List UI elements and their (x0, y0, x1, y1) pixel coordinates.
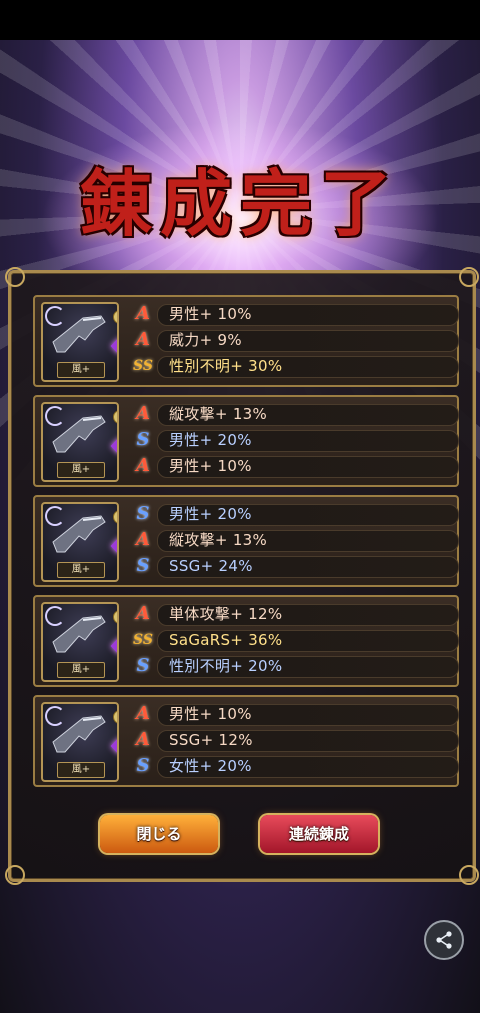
grade-s-icon: S (136, 503, 150, 524)
result-card[interactable]: 風+ A 男性+ 10% A SSG+ 12% S 女性+ 20% (33, 695, 459, 787)
grade-a-icon: A (136, 529, 150, 550)
weapon-thumbnail: 風+ (41, 502, 119, 582)
result-card[interactable]: 風+ A 単体攻撃+ 12% SS SaGaRS+ 36% S 性別不明+ 20… (33, 595, 459, 687)
stat-row: A 男性+ 10% (133, 703, 459, 726)
stat-row: S 女性+ 20% (133, 755, 459, 778)
stat-text: 縦攻撃+ 13% (169, 405, 268, 423)
grade-a-icon: A (136, 329, 150, 350)
weapon-thumbnail: 風+ (41, 402, 119, 482)
continue-synthesis-button[interactable]: 連続錬成 (260, 815, 378, 853)
stat-text: SSG+ 12% (169, 731, 253, 749)
medal-icon (113, 410, 117, 424)
result-panel: 風+ A 男性+ 10% A 威力+ 9% SS 性別不明+ 30% 風+ A … (5, 267, 479, 885)
stat-text: SaGaRS+ 36% (169, 631, 283, 649)
weapon-thumbnail: 風+ (41, 602, 119, 682)
grade-a-icon: A (136, 703, 150, 724)
medal-icon (113, 310, 117, 324)
result-screen: 錬成完了 風+ A 男性+ 10% A 威力+ 9% SS 性別不明+ 30% … (0, 40, 480, 1013)
gem-icon (110, 737, 117, 755)
stat-text: SSG+ 24% (169, 557, 253, 575)
stat-row: A 威力+ 9% (133, 329, 459, 352)
stat-text: 男性+ 10% (169, 457, 252, 475)
stat-row: S 男性+ 20% (133, 429, 459, 452)
stat-text: 縦攻撃+ 13% (169, 531, 268, 549)
grade-s-icon: S (136, 755, 150, 776)
stat-text: 単体攻撃+ 12% (169, 605, 283, 623)
grade-a-icon: A (136, 603, 150, 624)
stat-row: SS SaGaRS+ 36% (133, 629, 459, 652)
pistol-icon (52, 615, 106, 653)
stat-row: A 単体攻撃+ 12% (133, 603, 459, 626)
element-tag: 風+ (57, 362, 105, 378)
grade-s-icon: S (136, 655, 150, 676)
pistol-icon (52, 315, 106, 353)
close-button[interactable]: 閉じる (100, 815, 218, 853)
element-tag: 風+ (57, 662, 105, 678)
stat-row: S SSG+ 24% (133, 555, 459, 578)
corner-ornament (459, 865, 479, 885)
medal-icon (113, 510, 117, 524)
weapon-thumbnail: 風+ (41, 302, 119, 382)
stat-row: A 男性+ 10% (133, 303, 459, 326)
gem-icon (110, 337, 117, 355)
gem-icon (110, 537, 117, 555)
stat-row: S 性別不明+ 20% (133, 655, 459, 678)
stat-text: 男性+ 10% (169, 705, 252, 723)
stat-row: A SSG+ 12% (133, 729, 459, 752)
result-card[interactable]: 風+ A 縦攻撃+ 13% S 男性+ 20% A 男性+ 10% (33, 395, 459, 487)
result-card[interactable]: 風+ A 男性+ 10% A 威力+ 9% SS 性別不明+ 30% (33, 295, 459, 387)
share-button[interactable] (424, 920, 464, 960)
grade-a-icon: A (136, 403, 150, 424)
stat-text: 女性+ 20% (169, 757, 252, 775)
stat-text: 性別不明+ 30% (169, 357, 283, 375)
share-icon (436, 931, 452, 949)
medal-icon (113, 710, 117, 724)
grade-s-icon: S (136, 555, 150, 576)
element-tag: 風+ (57, 762, 105, 778)
corner-ornament (5, 865, 25, 885)
page-title: 錬成完了 (79, 161, 400, 246)
pistol-icon (52, 515, 106, 553)
element-tag: 風+ (57, 462, 105, 478)
stat-row: A 縦攻撃+ 13% (133, 529, 459, 552)
grade-a-icon: A (136, 303, 150, 324)
corner-ornament (459, 267, 479, 287)
stat-text: 男性+ 10% (169, 305, 252, 323)
stat-row: A 男性+ 10% (133, 455, 459, 478)
pistol-icon (52, 415, 106, 453)
stat-text: 威力+ 9% (169, 331, 242, 349)
grade-s-icon: S (136, 429, 150, 450)
element-tag: 風+ (57, 562, 105, 578)
stat-row: S 男性+ 20% (133, 503, 459, 526)
gem-icon (110, 437, 117, 455)
stat-text: 性別不明+ 20% (169, 657, 283, 675)
grade-ss-icon: SS (133, 632, 153, 648)
stat-row: SS 性別不明+ 30% (133, 355, 459, 378)
pistol-icon (52, 715, 106, 753)
stat-row: A 縦攻撃+ 13% (133, 403, 459, 426)
grade-a-icon: A (136, 455, 150, 476)
grade-a-icon: A (136, 729, 150, 750)
result-card[interactable]: 風+ S 男性+ 20% A 縦攻撃+ 13% S SSG+ 24% (33, 495, 459, 587)
stat-text: 男性+ 20% (169, 431, 252, 449)
stat-text: 男性+ 20% (169, 505, 252, 523)
weapon-thumbnail: 風+ (41, 702, 119, 782)
corner-ornament (5, 267, 25, 287)
grade-ss-icon: SS (133, 358, 153, 374)
medal-icon (113, 610, 117, 624)
gem-icon (110, 637, 117, 655)
